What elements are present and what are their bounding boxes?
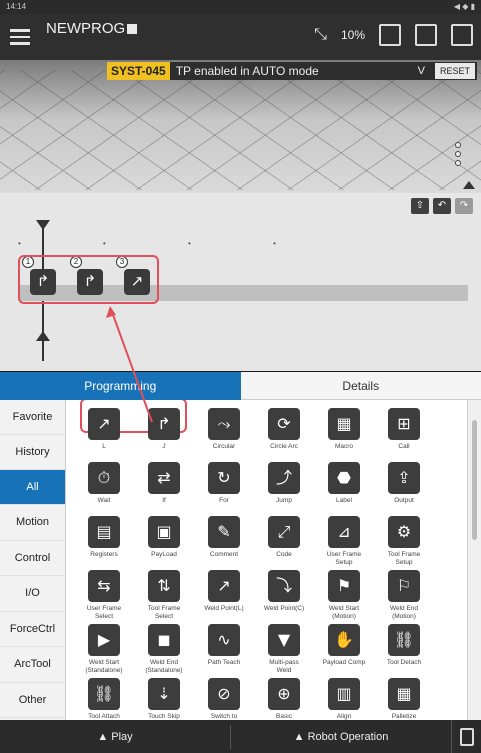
play-button[interactable]: ▲ Play <box>0 731 230 743</box>
robot-operation-button[interactable]: ▲ Robot Operation <box>231 731 451 743</box>
annotation-arrow <box>106 306 153 423</box>
save-icon[interactable] <box>451 720 481 753</box>
bottom-bar: ▲ Play ▲ Robot Operation <box>0 720 481 753</box>
